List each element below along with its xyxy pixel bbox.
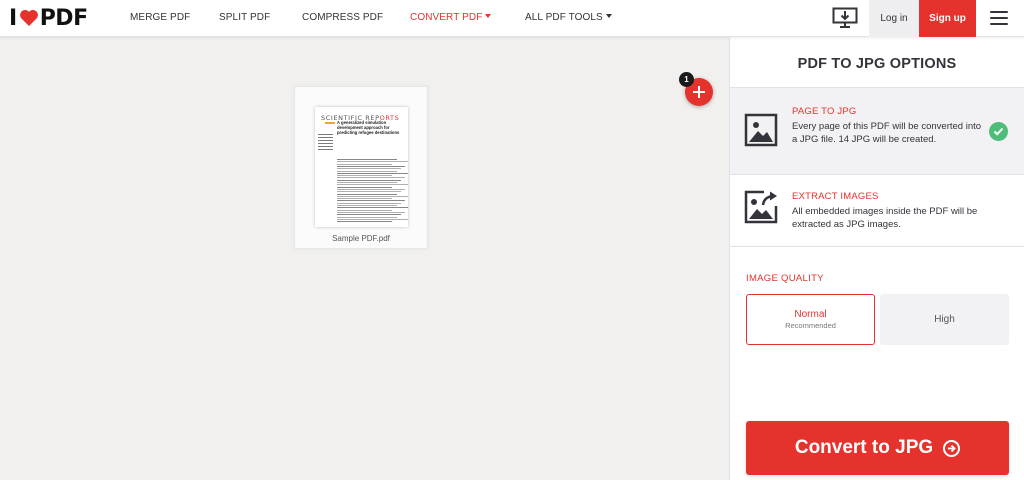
hamburger-menu-icon[interactable]	[990, 10, 1008, 26]
quality-high-button[interactable]: High	[880, 294, 1009, 345]
quality-normal-button[interactable]: Normal Recommended	[746, 294, 875, 345]
top-nav-bar: I PDF MERGE PDF SPLIT PDF COMPRESS PDF C…	[0, 0, 1024, 37]
option-extract-images[interactable]: EXTRACT IMAGES All embedded images insid…	[730, 174, 1024, 246]
login-button[interactable]: Log in	[869, 0, 919, 37]
file-card[interactable]: SCIENTIFIC REPORTS A generalized simulat…	[294, 86, 428, 249]
extract-image-icon	[744, 190, 778, 224]
pdf-thumbnail: SCIENTIFIC REPORTS A generalized simulat…	[315, 107, 408, 227]
nav-all-pdf-tools[interactable]: ALL PDF TOOLS	[525, 12, 612, 23]
nav-compress-pdf[interactable]: COMPRESS PDF	[302, 12, 383, 23]
page-image-icon	[744, 113, 778, 147]
heart-icon	[19, 9, 38, 26]
options-sidebar: PDF TO JPG OPTIONS PAGE TO JPG Every pag…	[729, 37, 1024, 480]
signup-button[interactable]: Sign up	[919, 0, 976, 37]
convert-to-jpg-button[interactable]: Convert to JPG	[746, 421, 1009, 475]
file-count-badge: 1	[679, 72, 694, 87]
file-name: Sample PDF.pdf	[332, 234, 390, 243]
caret-down-icon	[485, 14, 492, 18]
caret-down-icon	[605, 14, 612, 18]
nav-convert-pdf[interactable]: CONVERT PDF	[410, 12, 492, 23]
selected-check-icon	[989, 122, 1008, 141]
nav-merge-pdf[interactable]: MERGE PDF	[130, 12, 190, 23]
desktop-download-icon	[832, 7, 858, 28]
sidebar-title: PDF TO JPG OPTIONS	[797, 56, 957, 72]
desktop-app-button[interactable]	[830, 6, 860, 30]
option-page-to-jpg[interactable]: PAGE TO JPG Every page of this PDF will …	[730, 87, 1024, 174]
image-quality-label: IMAGE QUALITY	[746, 273, 824, 284]
arrow-right-icon	[943, 439, 961, 457]
ilovepdf-logo[interactable]: I PDF	[9, 6, 88, 31]
nav-split-pdf[interactable]: SPLIT PDF	[219, 12, 270, 23]
